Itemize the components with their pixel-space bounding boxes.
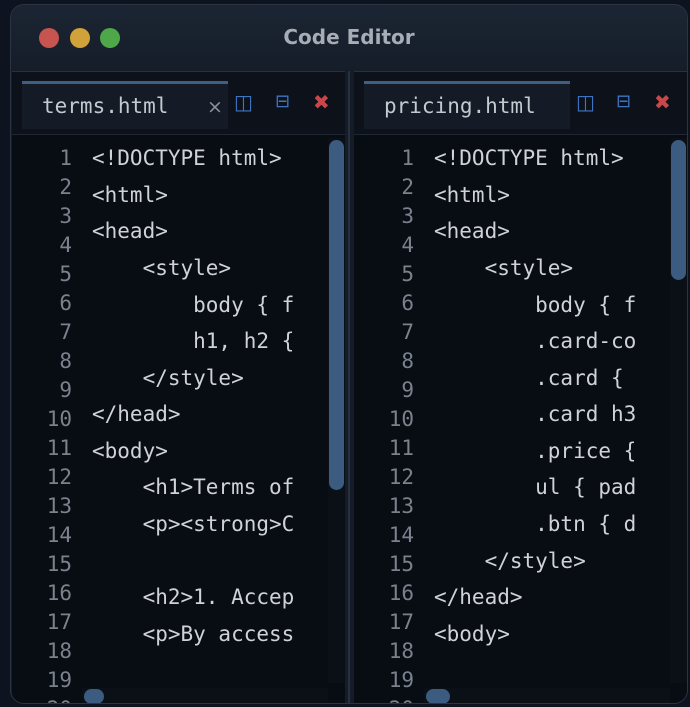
code-line: <p>By access bbox=[92, 622, 295, 646]
line-number: 6 bbox=[59, 291, 72, 315]
code-line: <html> bbox=[434, 183, 510, 207]
code-line: h1, h2 { bbox=[92, 329, 295, 353]
line-number: 5 bbox=[401, 262, 414, 286]
line-number: 11 bbox=[388, 436, 414, 460]
code-line: <body> bbox=[92, 439, 168, 463]
tab-terms-html[interactable]: terms.html × bbox=[22, 81, 228, 129]
horizontal-scrollbar-right[interactable] bbox=[424, 688, 670, 703]
line-number: 2 bbox=[59, 175, 72, 199]
line-number: 17 bbox=[388, 610, 414, 634]
line-number: 10 bbox=[388, 407, 414, 431]
line-number: 3 bbox=[59, 204, 72, 228]
line-number: 14 bbox=[388, 523, 414, 547]
line-number: 16 bbox=[46, 581, 72, 605]
tab-pricing-html[interactable]: pricing.html bbox=[364, 81, 570, 129]
line-number: 1 bbox=[59, 146, 72, 170]
code-line: <head> bbox=[92, 219, 168, 243]
line-number: 8 bbox=[401, 349, 414, 373]
code-line: </style> bbox=[434, 549, 586, 573]
code-line: <!DOCTYPE html> bbox=[434, 146, 624, 170]
line-number: 18 bbox=[388, 639, 414, 663]
pane-divider[interactable] bbox=[345, 71, 354, 703]
line-number: 20 bbox=[12, 697, 72, 703]
code-line: <body> bbox=[434, 622, 510, 646]
vertical-scrollbar-left[interactable] bbox=[328, 138, 345, 683]
code-line: </head> bbox=[92, 402, 181, 426]
line-number: 13 bbox=[46, 494, 72, 518]
code-line: body { f bbox=[434, 293, 637, 317]
editor-pane-left: terms.html × ◫ ⊟ ✖ 1 2 3 4 5 6 7 8 9 10 … bbox=[12, 71, 345, 703]
code-area-left[interactable]: <!DOCTYPE html> <html> <head> <style> bo… bbox=[92, 134, 332, 694]
line-number: 8 bbox=[59, 349, 72, 373]
line-number: 19 bbox=[46, 668, 72, 692]
line-number: 14 bbox=[46, 523, 72, 547]
window-title: Code Editor bbox=[283, 25, 415, 49]
tab-close-icon[interactable]: × bbox=[207, 96, 223, 118]
collapse-icon[interactable]: ⊟ bbox=[275, 90, 290, 114]
line-number: 19 bbox=[388, 668, 414, 692]
editor-window: Code Editor terms.html × ◫ ⊟ ✖ 1 2 3 4 5… bbox=[10, 4, 688, 704]
scroll-thumb[interactable] bbox=[329, 140, 344, 490]
line-number: 17 bbox=[46, 610, 72, 634]
close-all-icon[interactable]: ✖ bbox=[654, 90, 671, 114]
code-line: .card { bbox=[434, 366, 624, 390]
line-number: 1 bbox=[401, 146, 414, 170]
code-line: </style> bbox=[92, 366, 244, 390]
line-number: 12 bbox=[46, 465, 72, 489]
line-number: 2 bbox=[401, 175, 414, 199]
code-line: <h2>1. Accep bbox=[92, 585, 295, 609]
line-number: 5 bbox=[59, 262, 72, 286]
code-line: .price { bbox=[434, 439, 637, 463]
tab-bar-left: terms.html × ◫ ⊟ ✖ bbox=[12, 72, 345, 135]
code-line: .card h3 bbox=[434, 402, 637, 426]
collapse-icon[interactable]: ⊟ bbox=[616, 90, 631, 114]
line-number: 18 bbox=[46, 639, 72, 663]
tab-bar-right: pricing.html ◫ ⊟ ✖ bbox=[354, 72, 687, 135]
code-line: .btn { d bbox=[434, 512, 637, 536]
line-number: 16 bbox=[388, 581, 414, 605]
line-number-gutter-left: 1 2 3 4 5 6 7 8 9 10 11 12 13 14 15 16 1… bbox=[12, 134, 82, 703]
code-line: body { f bbox=[92, 293, 295, 317]
line-number: 11 bbox=[46, 436, 72, 460]
line-number: 15 bbox=[388, 552, 414, 576]
code-line: <html> bbox=[92, 183, 168, 207]
scroll-thumb[interactable] bbox=[671, 140, 686, 280]
editor-pane-right: pricing.html ◫ ⊟ ✖ 1 2 3 4 5 6 7 8 9 10 … bbox=[354, 71, 687, 703]
line-number: 9 bbox=[401, 378, 414, 402]
line-number: 13 bbox=[388, 494, 414, 518]
code-area-right[interactable]: <!DOCTYPE html> <html> <head> <style> bo… bbox=[434, 134, 674, 694]
code-line: <h1>Terms of bbox=[92, 475, 295, 499]
code-line: <style> bbox=[434, 256, 574, 280]
line-number: 9 bbox=[59, 378, 72, 402]
code-line: <p><strong>C bbox=[92, 512, 295, 536]
line-number: 20 bbox=[354, 697, 414, 703]
vertical-scrollbar-right[interactable] bbox=[670, 138, 687, 683]
line-number: 3 bbox=[401, 204, 414, 228]
scroll-thumb[interactable] bbox=[426, 689, 450, 703]
close-all-icon[interactable]: ✖ bbox=[313, 90, 330, 114]
line-number: 15 bbox=[46, 552, 72, 576]
code-line: .card-co bbox=[434, 329, 637, 353]
split-view-icon[interactable]: ◫ bbox=[576, 90, 595, 114]
line-number: 7 bbox=[59, 320, 72, 344]
code-line: ul { pad bbox=[434, 475, 637, 499]
line-number: 12 bbox=[388, 465, 414, 489]
line-number: 4 bbox=[59, 233, 72, 257]
code-line: <head> bbox=[434, 219, 510, 243]
line-number-gutter-right: 1 2 3 4 5 6 7 8 9 10 11 12 13 14 15 16 1… bbox=[354, 134, 424, 703]
line-number: 6 bbox=[401, 291, 414, 315]
tab-label: terms.html bbox=[42, 94, 169, 118]
line-number: 7 bbox=[401, 320, 414, 344]
horizontal-scrollbar-left[interactable] bbox=[82, 688, 328, 703]
line-number: 10 bbox=[46, 407, 72, 431]
code-line: <style> bbox=[92, 256, 232, 280]
title-bar: Code Editor bbox=[11, 5, 687, 71]
line-number: 4 bbox=[401, 233, 414, 257]
split-view-icon[interactable]: ◫ bbox=[234, 90, 253, 114]
tab-label: pricing.html bbox=[384, 94, 536, 118]
code-line: <!DOCTYPE html> bbox=[92, 146, 282, 170]
code-line: </head> bbox=[434, 585, 523, 609]
scroll-thumb[interactable] bbox=[84, 689, 104, 703]
